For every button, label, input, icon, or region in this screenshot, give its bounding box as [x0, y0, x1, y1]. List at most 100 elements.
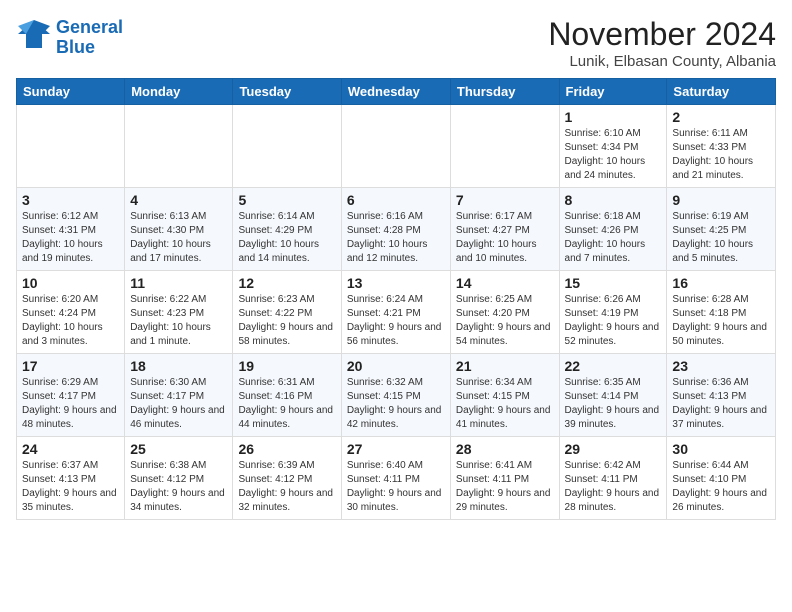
day-info: Sunrise: 6:11 AM Sunset: 4:33 PM Dayligh…: [672, 127, 770, 183]
calendar-day-cell: 17 Sunrise: 6:29 AM Sunset: 4:17 PM Dayli…: [17, 354, 125, 437]
calendar-day-cell: 29 Sunrise: 6:42 AM Sunset: 4:11 PM Dayli…: [559, 437, 667, 520]
calendar-day-cell: 4 Sunrise: 6:13 AM Sunset: 4:30 PM Daylig…: [125, 188, 233, 271]
calendar-day-cell: [233, 105, 341, 188]
day-number: 12: [238, 275, 335, 291]
day-number: 24: [22, 441, 119, 457]
calendar-day-cell: 20 Sunrise: 6:32 AM Sunset: 4:15 PM Dayli…: [341, 354, 450, 437]
day-info: Sunrise: 6:22 AM Sunset: 4:23 PM Dayligh…: [130, 293, 227, 349]
logo-bird-icon: [16, 16, 52, 59]
calendar-table: Sunday Monday Tuesday Wednesday Thursday…: [16, 78, 776, 520]
day-info: Sunrise: 6:25 AM Sunset: 4:20 PM Dayligh…: [456, 293, 554, 349]
calendar-day-cell: 26Sunrise: 6:39 AM Sunset: 4:12 PM Dayli…: [233, 437, 341, 520]
day-info: Sunrise: 6:24 AM Sunset: 4:21 PM Dayligh…: [347, 293, 445, 349]
day-info: Sunrise: 6:40 AM Sunset: 4:11 PM Dayligh…: [347, 459, 445, 515]
calendar-day-cell: 21 Sunrise: 6:34 AM Sunset: 4:15 PM Dayli…: [450, 354, 559, 437]
day-info: Sunrise: 6:38 AM Sunset: 4:12 PM Dayligh…: [130, 459, 227, 515]
day-number: 23: [672, 358, 770, 374]
calendar-week-row: 3Sunrise: 6:12 AM Sunset: 4:31 PM Daylig…: [17, 188, 776, 271]
col-tuesday: Tuesday: [233, 79, 341, 105]
col-thursday: Thursday: [450, 79, 559, 105]
day-number: 6: [347, 192, 445, 208]
day-number: 27: [347, 441, 445, 457]
day-number: 3: [22, 192, 119, 208]
location-subtitle: Lunik, Elbasan County, Albania: [548, 53, 776, 70]
day-info: Sunrise: 6:41 AM Sunset: 4:11 PM Dayligh…: [456, 459, 554, 515]
calendar-header-row: Sunday Monday Tuesday Wednesday Thursday…: [17, 79, 776, 105]
day-number: 17: [22, 358, 119, 374]
day-number: 13: [347, 275, 445, 291]
calendar-day-cell: 7Sunrise: 6:17 AM Sunset: 4:27 PM Daylig…: [450, 188, 559, 271]
calendar-day-cell: 18Sunrise: 6:30 AM Sunset: 4:17 PM Dayli…: [125, 354, 233, 437]
calendar-day-cell: 15 Sunrise: 6:26 AM Sunset: 4:19 PM Dayli…: [559, 271, 667, 354]
calendar-day-cell: 9Sunrise: 6:19 AM Sunset: 4:25 PM Daylig…: [667, 188, 776, 271]
day-info: Sunrise: 6:32 AM Sunset: 4:15 PM Dayligh…: [347, 376, 445, 432]
day-number: 4: [130, 192, 227, 208]
day-info: Sunrise: 6:34 AM Sunset: 4:15 PM Dayligh…: [456, 376, 554, 432]
col-saturday: Saturday: [667, 79, 776, 105]
col-friday: Friday: [559, 79, 667, 105]
title-block: November 2024 Lunik, Elbasan County, Alb…: [548, 16, 776, 70]
day-info: Sunrise: 6:14 AM Sunset: 4:29 PM Dayligh…: [238, 210, 335, 266]
calendar-day-cell: 10 Sunrise: 6:20 AM Sunset: 4:24 PM Dayli…: [17, 271, 125, 354]
day-info: Sunrise: 6:18 AM Sunset: 4:26 PM Dayligh…: [565, 210, 662, 266]
calendar-day-cell: [125, 105, 233, 188]
day-info: Sunrise: 6:26 AM Sunset: 4:19 PM Dayligh…: [565, 293, 662, 349]
calendar-day-cell: 24 Sunrise: 6:37 AM Sunset: 4:13 PM Dayli…: [17, 437, 125, 520]
day-number: 15: [565, 275, 662, 291]
calendar-day-cell: 19 Sunrise: 6:31 AM Sunset: 4:16 PM Dayli…: [233, 354, 341, 437]
day-info: Sunrise: 6:42 AM Sunset: 4:11 PM Dayligh…: [565, 459, 662, 515]
day-number: 22: [565, 358, 662, 374]
day-info: Sunrise: 6:28 AM Sunset: 4:18 PM Dayligh…: [672, 293, 770, 349]
calendar-day-cell: 25Sunrise: 6:38 AM Sunset: 4:12 PM Dayli…: [125, 437, 233, 520]
calendar-day-cell: [450, 105, 559, 188]
day-number: 7: [456, 192, 554, 208]
day-info: Sunrise: 6:20 AM Sunset: 4:24 PM Dayligh…: [22, 293, 119, 349]
calendar-day-cell: [17, 105, 125, 188]
day-number: 1: [565, 109, 662, 125]
calendar-day-cell: 12Sunrise: 6:23 AM Sunset: 4:22 PM Dayli…: [233, 271, 341, 354]
day-number: 10: [22, 275, 119, 291]
logo: General Blue: [16, 16, 123, 59]
calendar-day-cell: 27 Sunrise: 6:40 AM Sunset: 4:11 PM Dayli…: [341, 437, 450, 520]
calendar-day-cell: 8 Sunrise: 6:18 AM Sunset: 4:26 PM Daylig…: [559, 188, 667, 271]
calendar-week-row: 10 Sunrise: 6:20 AM Sunset: 4:24 PM Dayli…: [17, 271, 776, 354]
day-number: 5: [238, 192, 335, 208]
calendar-day-cell: 28 Sunrise: 6:41 AM Sunset: 4:11 PM Dayli…: [450, 437, 559, 520]
calendar-day-cell: 11 Sunrise: 6:22 AM Sunset: 4:23 PM Dayli…: [125, 271, 233, 354]
calendar-day-cell: 5 Sunrise: 6:14 AM Sunset: 4:29 PM Daylig…: [233, 188, 341, 271]
logo-text: General Blue: [56, 18, 123, 58]
day-number: 8: [565, 192, 662, 208]
day-number: 14: [456, 275, 554, 291]
day-number: 19: [238, 358, 335, 374]
day-number: 20: [347, 358, 445, 374]
logo-line2: Blue: [56, 37, 95, 57]
calendar-day-cell: 22Sunrise: 6:35 AM Sunset: 4:14 PM Dayli…: [559, 354, 667, 437]
day-number: 18: [130, 358, 227, 374]
day-info: Sunrise: 6:31 AM Sunset: 4:16 PM Dayligh…: [238, 376, 335, 432]
calendar-day-cell: 13 Sunrise: 6:24 AM Sunset: 4:21 PM Dayli…: [341, 271, 450, 354]
calendar-week-row: 1 Sunrise: 6:10 AM Sunset: 4:34 PM Daylig…: [17, 105, 776, 188]
day-number: 30: [672, 441, 770, 457]
calendar-day-cell: 2Sunrise: 6:11 AM Sunset: 4:33 PM Daylig…: [667, 105, 776, 188]
day-number: 21: [456, 358, 554, 374]
page-header: General Blue November 2024 Lunik, Elbasa…: [16, 16, 776, 70]
col-monday: Monday: [125, 79, 233, 105]
day-number: 26: [238, 441, 335, 457]
calendar-day-cell: 6 Sunrise: 6:16 AM Sunset: 4:28 PM Daylig…: [341, 188, 450, 271]
day-number: 9: [672, 192, 770, 208]
calendar-day-cell: 23Sunrise: 6:36 AM Sunset: 4:13 PM Dayli…: [667, 354, 776, 437]
day-number: 28: [456, 441, 554, 457]
day-info: Sunrise: 6:37 AM Sunset: 4:13 PM Dayligh…: [22, 459, 119, 515]
day-info: Sunrise: 6:10 AM Sunset: 4:34 PM Dayligh…: [565, 127, 662, 183]
day-info: Sunrise: 6:13 AM Sunset: 4:30 PM Dayligh…: [130, 210, 227, 266]
day-info: Sunrise: 6:16 AM Sunset: 4:28 PM Dayligh…: [347, 210, 445, 266]
calendar-day-cell: 1 Sunrise: 6:10 AM Sunset: 4:34 PM Daylig…: [559, 105, 667, 188]
col-sunday: Sunday: [17, 79, 125, 105]
day-number: 16: [672, 275, 770, 291]
day-number: 11: [130, 275, 227, 291]
calendar-week-row: 17 Sunrise: 6:29 AM Sunset: 4:17 PM Dayli…: [17, 354, 776, 437]
day-info: Sunrise: 6:29 AM Sunset: 4:17 PM Dayligh…: [22, 376, 119, 432]
day-info: Sunrise: 6:44 AM Sunset: 4:10 PM Dayligh…: [672, 459, 770, 515]
day-number: 29: [565, 441, 662, 457]
month-year-title: November 2024: [548, 16, 776, 53]
